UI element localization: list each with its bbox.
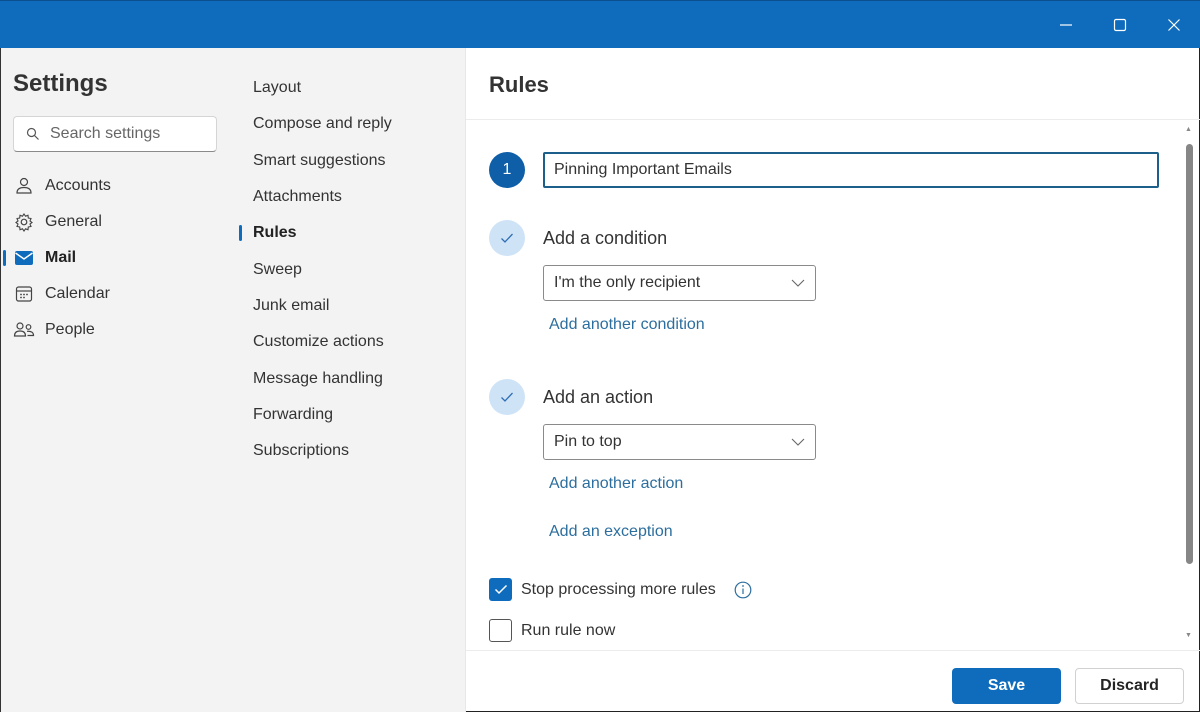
chevron-down-icon (791, 438, 805, 446)
nav-item-message-handling[interactable]: Message handling (237, 363, 466, 395)
nav-item-label: Layout (253, 79, 302, 96)
person-icon (13, 175, 35, 197)
nav-item-attachments[interactable]: Attachments (237, 181, 466, 213)
nav-item-label: Message handling (253, 370, 383, 387)
add-exception-link[interactable]: Add an exception (549, 523, 673, 541)
nav-item-label: Rules (253, 224, 297, 241)
sidebar-item-accounts[interactable]: Accounts (1, 168, 238, 204)
rules-panel: Rules 1 Add a condition I'm the only rec… (466, 48, 1200, 712)
header-divider (466, 119, 1200, 120)
nav-item-forwarding[interactable]: Forwarding (237, 399, 466, 431)
nav-item-smart-suggestions[interactable]: Smart suggestions (237, 145, 466, 177)
checkmark-icon (494, 584, 507, 595)
action-dropdown[interactable]: Pin to top (543, 424, 816, 460)
footer-divider (466, 650, 1200, 651)
search-input[interactable] (50, 125, 200, 143)
nav-item-label: Attachments (253, 188, 342, 205)
sidebar-item-mail[interactable]: Mail (1, 240, 238, 276)
info-icon[interactable] (734, 581, 752, 599)
run-rule-now-row: Run rule now (489, 619, 615, 642)
add-another-condition-link[interactable]: Add another condition (549, 316, 705, 334)
maximize-button[interactable] (1093, 1, 1147, 49)
action-step-badge (489, 379, 525, 415)
stop-processing-label: Stop processing more rules (521, 580, 716, 598)
close-icon (1168, 19, 1180, 31)
nav-item-junk-email[interactable]: Junk email (237, 290, 466, 322)
checkmark-icon (501, 392, 513, 402)
condition-selected: I'm the only recipient (554, 274, 701, 291)
calendar-icon (13, 283, 35, 305)
save-button[interactable]: Save (952, 668, 1061, 704)
add-another-action-link[interactable]: Add another action (549, 475, 683, 493)
nav-item-label: Sweep (253, 261, 302, 278)
sidebar-item-label: Mail (45, 249, 77, 266)
settings-sidebar: Settings Accounts General Mail Calendar … (0, 48, 237, 712)
sidebar-item-people[interactable]: People (1, 312, 238, 348)
action-selected: Pin to top (554, 433, 622, 450)
nav-item-rules[interactable]: Rules (237, 217, 466, 249)
chevron-down-icon (791, 279, 805, 287)
condition-step-badge (489, 220, 525, 256)
stop-processing-checkbox[interactable] (489, 578, 512, 601)
sidebar-item-calendar[interactable]: Calendar (1, 276, 238, 312)
nav-item-label: Compose and reply (253, 115, 392, 132)
condition-label: Add a condition (543, 228, 668, 248)
gear-icon (13, 211, 35, 233)
people-icon (13, 319, 35, 341)
close-button[interactable] (1147, 1, 1200, 49)
sidebar-item-general[interactable]: General (1, 204, 238, 240)
stop-processing-row: Stop processing more rules (489, 578, 752, 601)
mail-icon (13, 247, 35, 269)
nav-item-label: Junk email (253, 297, 330, 314)
scrollbar-thumb[interactable] (1186, 144, 1193, 564)
nav-item-label: Subscriptions (253, 442, 350, 459)
page-title: Rules (489, 72, 549, 97)
nav-item-subscriptions[interactable]: Subscriptions (237, 435, 466, 467)
nav-item-label: Forwarding (253, 406, 334, 423)
checkmark-icon (501, 233, 513, 243)
sidebar-item-label: People (45, 321, 95, 338)
step-number-badge: 1 (489, 152, 525, 188)
nav-item-label: Smart suggestions (253, 152, 386, 169)
condition-dropdown[interactable]: I'm the only recipient (543, 265, 816, 301)
nav-item-compose-and-reply[interactable]: Compose and reply (237, 108, 466, 140)
nav-item-label: Customize actions (253, 333, 384, 350)
action-label: Add an action (543, 387, 654, 407)
search-icon (26, 127, 39, 140)
sidebar-item-label: Calendar (45, 285, 110, 302)
maximize-icon (1113, 18, 1127, 32)
run-rule-now-label: Run rule now (521, 621, 616, 639)
rule-name-input[interactable] (543, 152, 1159, 188)
minimize-icon (1060, 24, 1072, 26)
nav-item-customize-actions[interactable]: Customize actions (237, 326, 466, 358)
active-indicator (239, 225, 242, 241)
title-bar (0, 0, 1200, 48)
nav-item-layout[interactable]: Layout (237, 72, 466, 104)
nav-item-sweep[interactable]: Sweep (237, 254, 466, 286)
run-rule-now-checkbox[interactable] (489, 619, 512, 642)
scroll-up-icon[interactable]: ▲ (1185, 126, 1192, 133)
discard-button[interactable]: Discard (1075, 668, 1184, 704)
settings-title: Settings (13, 70, 108, 97)
search-box[interactable] (13, 116, 217, 152)
scroll-down-icon[interactable]: ▼ (1185, 632, 1192, 639)
mail-settings-nav: Layout Compose and reply Smart suggestio… (237, 48, 466, 712)
sidebar-item-label: Accounts (45, 177, 111, 194)
minimize-button[interactable] (1039, 1, 1093, 49)
scrollbar[interactable]: ▲ ▼ (1182, 120, 1196, 648)
sidebar-item-label: General (45, 213, 102, 230)
active-indicator (3, 250, 6, 266)
